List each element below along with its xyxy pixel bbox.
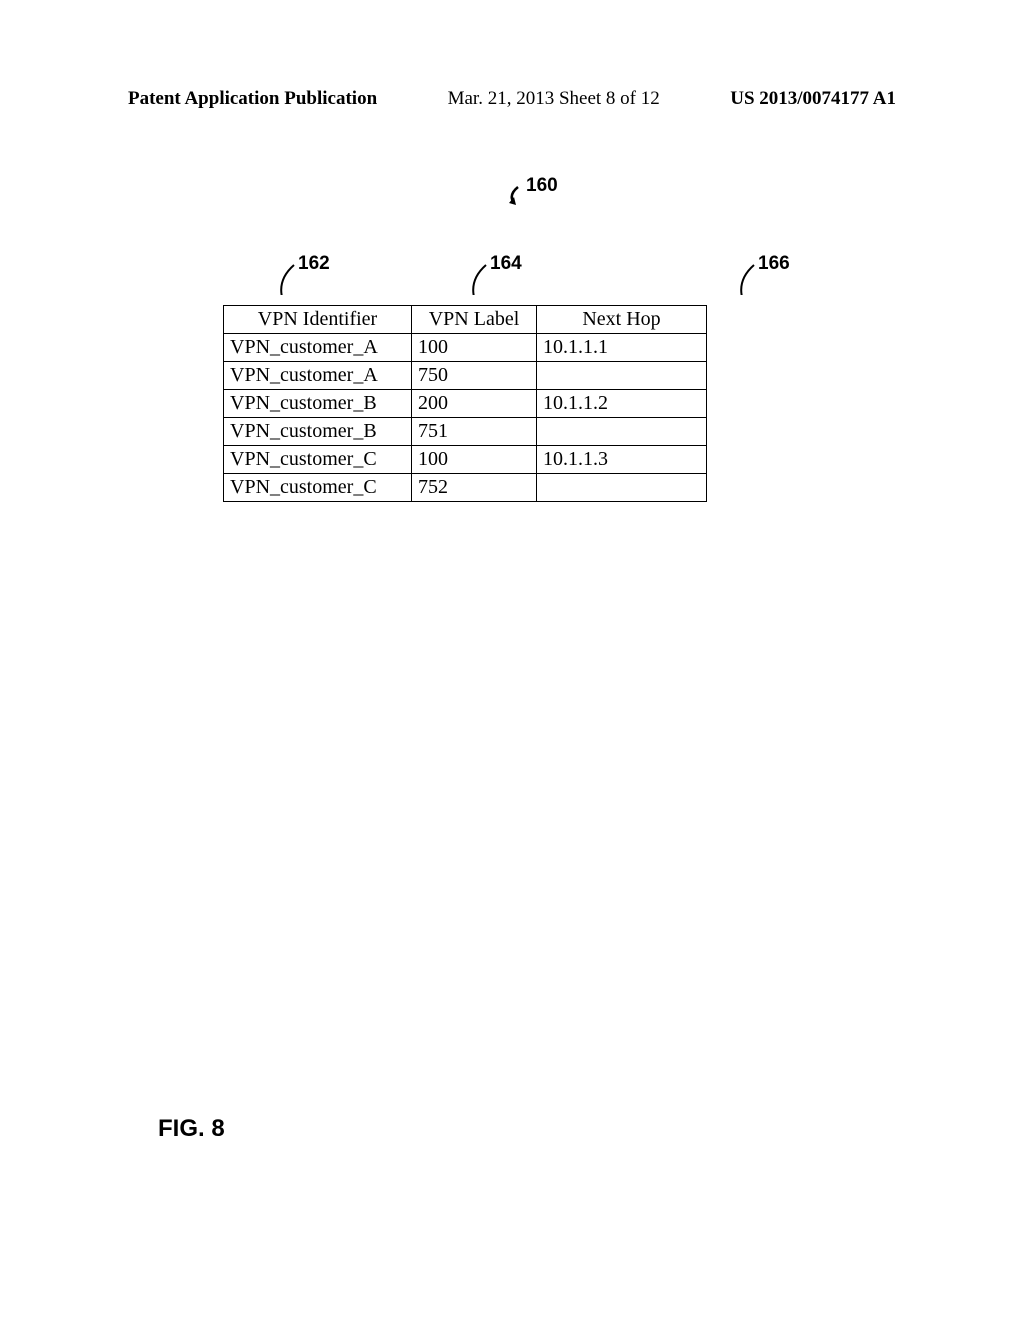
column-header-vpn-identifier: VPN Identifier (224, 306, 412, 334)
column-reference-2: 164 (462, 255, 512, 300)
cell-vpn-label: 100 (412, 446, 537, 474)
cell-next-hop: 10.1.1.3 (537, 446, 707, 474)
figure-number-label: FIG. 8 (158, 1115, 225, 1143)
cell-vpn-label: 200 (412, 390, 537, 418)
column-header-vpn-label: VPN Label (412, 306, 537, 334)
cell-vpn-id: VPN_customer_C (224, 474, 412, 502)
table-row: VPN_customer_A 750 (224, 362, 707, 390)
cell-vpn-label: 750 (412, 362, 537, 390)
table-row: VPN_customer_B 751 (224, 418, 707, 446)
table-header-row: VPN Identifier VPN Label Next Hop (224, 306, 707, 334)
column-reference-3: 166 (730, 255, 780, 300)
cell-next-hop: 10.1.1.1 (537, 334, 707, 362)
column-reference-1: 162 (270, 255, 320, 300)
header-patent-number: US 2013/0074177 A1 (730, 88, 896, 110)
reference-label: 164 (490, 253, 522, 275)
table-row: VPN_customer_C 100 10.1.1.3 (224, 446, 707, 474)
cell-next-hop (537, 418, 707, 446)
cell-next-hop (537, 362, 707, 390)
page-header: Patent Application Publication Mar. 21, … (128, 88, 896, 110)
column-header-next-hop: Next Hop (537, 306, 707, 334)
reference-label: 162 (298, 253, 330, 275)
cell-vpn-label: 100 (412, 334, 537, 362)
header-publication-type: Patent Application Publication (128, 88, 377, 110)
cell-vpn-id: VPN_customer_B (224, 390, 412, 418)
table-row: VPN_customer_A 100 10.1.1.1 (224, 334, 707, 362)
cell-vpn-id: VPN_customer_B (224, 418, 412, 446)
reference-label: 166 (758, 253, 790, 275)
data-table: VPN Identifier VPN Label Next Hop VPN_cu… (223, 305, 707, 502)
cell-vpn-id: VPN_customer_C (224, 446, 412, 474)
leader-line-icon (498, 183, 528, 205)
reference-number-main: 160 (508, 175, 558, 197)
table-row: VPN_customer_C 752 (224, 474, 707, 502)
table-row: VPN_customer_B 200 10.1.1.2 (224, 390, 707, 418)
reference-label: 160 (526, 175, 558, 197)
cell-next-hop: 10.1.1.2 (537, 390, 707, 418)
vpn-routing-table: VPN Identifier VPN Label Next Hop VPN_cu… (223, 305, 707, 502)
cell-next-hop (537, 474, 707, 502)
cell-vpn-id: VPN_customer_A (224, 362, 412, 390)
cell-vpn-label: 752 (412, 474, 537, 502)
cell-vpn-label: 751 (412, 418, 537, 446)
cell-vpn-id: VPN_customer_A (224, 334, 412, 362)
table-body: VPN_customer_A 100 10.1.1.1 VPN_customer… (224, 334, 707, 502)
header-date-sheet: Mar. 21, 2013 Sheet 8 of 12 (448, 88, 660, 110)
